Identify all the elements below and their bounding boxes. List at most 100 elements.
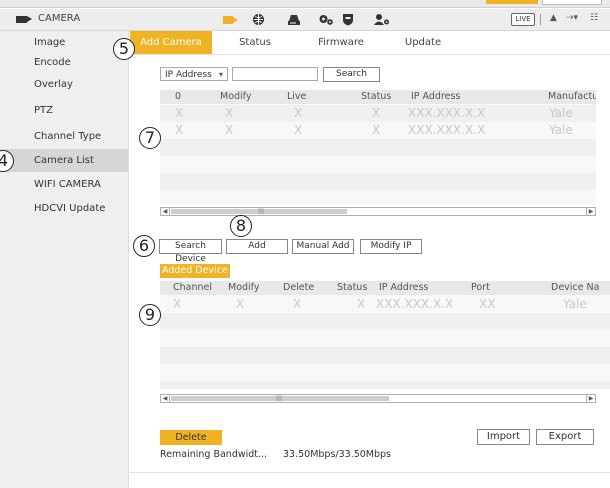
network-icon[interactable]: [250, 13, 266, 26]
column-header: IP Address: [379, 282, 429, 293]
logout-icon[interactable]: ⇢▾: [566, 13, 578, 23]
manual-add-button[interactable]: Manual Add: [292, 239, 354, 254]
top-white-button[interactable]: [542, 0, 602, 5]
column-header: Live: [287, 91, 307, 102]
table-row[interactable]: [160, 313, 610, 330]
table-row[interactable]: [160, 347, 610, 364]
add-button[interactable]: Add: [226, 239, 288, 254]
delete-button[interactable]: Delete: [160, 430, 222, 445]
table-row[interactable]: [160, 364, 610, 381]
sidebar-item-encode[interactable]: Encode: [0, 51, 128, 74]
table-cell: XX: [479, 297, 496, 311]
table-cell: Yale: [549, 106, 573, 120]
camera-icon[interactable]: [220, 13, 238, 26]
import-button[interactable]: Import: [477, 429, 530, 445]
scroll-right-icon[interactable]: ▶: [586, 208, 595, 215]
table-cell: X: [372, 106, 381, 120]
menu-icon[interactable]: ☷: [590, 13, 598, 23]
table-row[interactable]: [160, 190, 596, 205]
title-bar: CAMERA LIVE ▲ ⇢▾ ☷: [0, 9, 610, 31]
storage-icon[interactable]: [286, 13, 302, 26]
top-strip: [0, 0, 610, 8]
column-header: IP Address: [411, 91, 461, 102]
column-header: Channel: [173, 282, 213, 293]
sidebar-item-hdcvi-update[interactable]: HDCVI Update: [0, 197, 128, 220]
column-header: Device Na: [551, 282, 600, 293]
live-button[interactable]: LIVE: [511, 13, 535, 26]
added-device-scrollbar[interactable]: ◀ ||| ▶: [160, 394, 596, 403]
sidebar-item-camera-list[interactable]: Camera List: [0, 149, 128, 172]
callout-marker: 6: [133, 235, 155, 257]
column-header: 0: [175, 91, 182, 102]
callout-marker: 8: [230, 215, 252, 237]
column-header: Delete: [283, 282, 315, 293]
table-cell: X: [293, 297, 302, 311]
device-table-header: 0 Modify Live Status IP Address Manufact…: [160, 90, 596, 104]
table-row[interactable]: [160, 139, 596, 156]
scroll-grip-icon: |||: [258, 208, 265, 215]
table-cell: X: [236, 297, 245, 311]
bandwidth-value: 33.50Mbps/33.50Mbps: [283, 449, 392, 460]
toolbar-divider: [540, 14, 541, 25]
table-cell: X: [173, 297, 182, 311]
export-button[interactable]: Export: [536, 429, 594, 445]
table-cell: X: [372, 123, 381, 137]
search-type-select[interactable]: IP Address: [160, 67, 228, 82]
bottom-divider: [130, 472, 610, 473]
account-icon[interactable]: [374, 13, 390, 26]
table-row[interactable]: [160, 381, 610, 389]
modify-ip-button[interactable]: Modify IP: [360, 239, 422, 254]
column-header: Manufactu: [548, 91, 596, 102]
column-header: Modify: [228, 282, 260, 293]
column-header: Status: [361, 91, 392, 102]
user-icon[interactable]: ▲: [550, 13, 557, 23]
device-table: 0 Modify Live Status IP Address Manufact…: [160, 90, 596, 205]
scroll-grip-icon: |||: [276, 395, 283, 402]
table-row[interactable]: [160, 156, 596, 173]
shield-icon[interactable]: [340, 13, 356, 26]
added-device-table-header: Channel Modify Delete Status IP Address …: [160, 281, 610, 295]
app-title: CAMERA: [38, 13, 81, 24]
device-table-scrollbar[interactable]: ◀ ||| ▶: [160, 207, 596, 216]
scroll-right-icon[interactable]: ▶: [586, 395, 595, 402]
table-cell: XXX.XXX.X.X: [408, 106, 486, 120]
search-input[interactable]: [232, 67, 318, 81]
sidebar-item-channel-type[interactable]: Channel Type: [0, 125, 128, 148]
tab-status[interactable]: Status: [222, 31, 288, 54]
table-cell: X: [175, 106, 184, 120]
sidebar-item-ptz[interactable]: PTZ: [0, 99, 128, 122]
callout-marker: 7: [139, 127, 161, 149]
table-row[interactable]: [160, 330, 610, 347]
tab-update[interactable]: Update: [390, 31, 456, 54]
table-row[interactable]: X X X X XXX.XXX.X.X Yale: [160, 105, 596, 122]
table-cell: X: [225, 123, 234, 137]
table-row[interactable]: [160, 173, 596, 190]
table-cell: Yale: [563, 297, 587, 311]
sidebar-item-overlay[interactable]: Overlay: [0, 73, 128, 96]
bandwidth-label: Remaining Bandwidt...: [160, 449, 268, 460]
table-cell: X: [357, 297, 366, 311]
column-header: Port: [471, 282, 490, 293]
tab-add-camera[interactable]: Add Camera: [130, 31, 212, 54]
table-cell: Yale: [549, 123, 573, 137]
settings-icon[interactable]: [318, 13, 334, 26]
table-cell: X: [294, 106, 303, 120]
table-cell: X: [225, 106, 234, 120]
table-row[interactable]: X X X X XXX.XXX.X.X XX Yale: [160, 296, 610, 313]
callout-marker: 9: [139, 304, 161, 326]
top-yellow-button[interactable]: [486, 0, 538, 4]
search-device-button[interactable]: Search Device: [159, 239, 222, 264]
added-device-table: Channel Modify Delete Status IP Address …: [160, 281, 610, 389]
tab-firmware[interactable]: Firmware: [308, 31, 374, 54]
callout-marker: 5: [113, 38, 135, 60]
scroll-left-icon[interactable]: ◀: [161, 395, 170, 402]
sidebar: Image Encode Overlay PTZ Channel Type Ca…: [0, 31, 129, 488]
search-button[interactable]: Search: [323, 67, 380, 82]
scroll-left-icon[interactable]: ◀: [161, 208, 170, 215]
sidebar-item-wifi-camera[interactable]: WIFI CAMERA: [0, 173, 128, 196]
table-cell: X: [175, 123, 184, 137]
table-row[interactable]: X X X X XXX.XXX.X.X Yale: [160, 122, 596, 139]
tab-bar: Add Camera Status Firmware Update: [130, 31, 610, 55]
column-header: Modify: [220, 91, 252, 102]
table-cell: XXX.XXX.X.X: [376, 297, 454, 311]
